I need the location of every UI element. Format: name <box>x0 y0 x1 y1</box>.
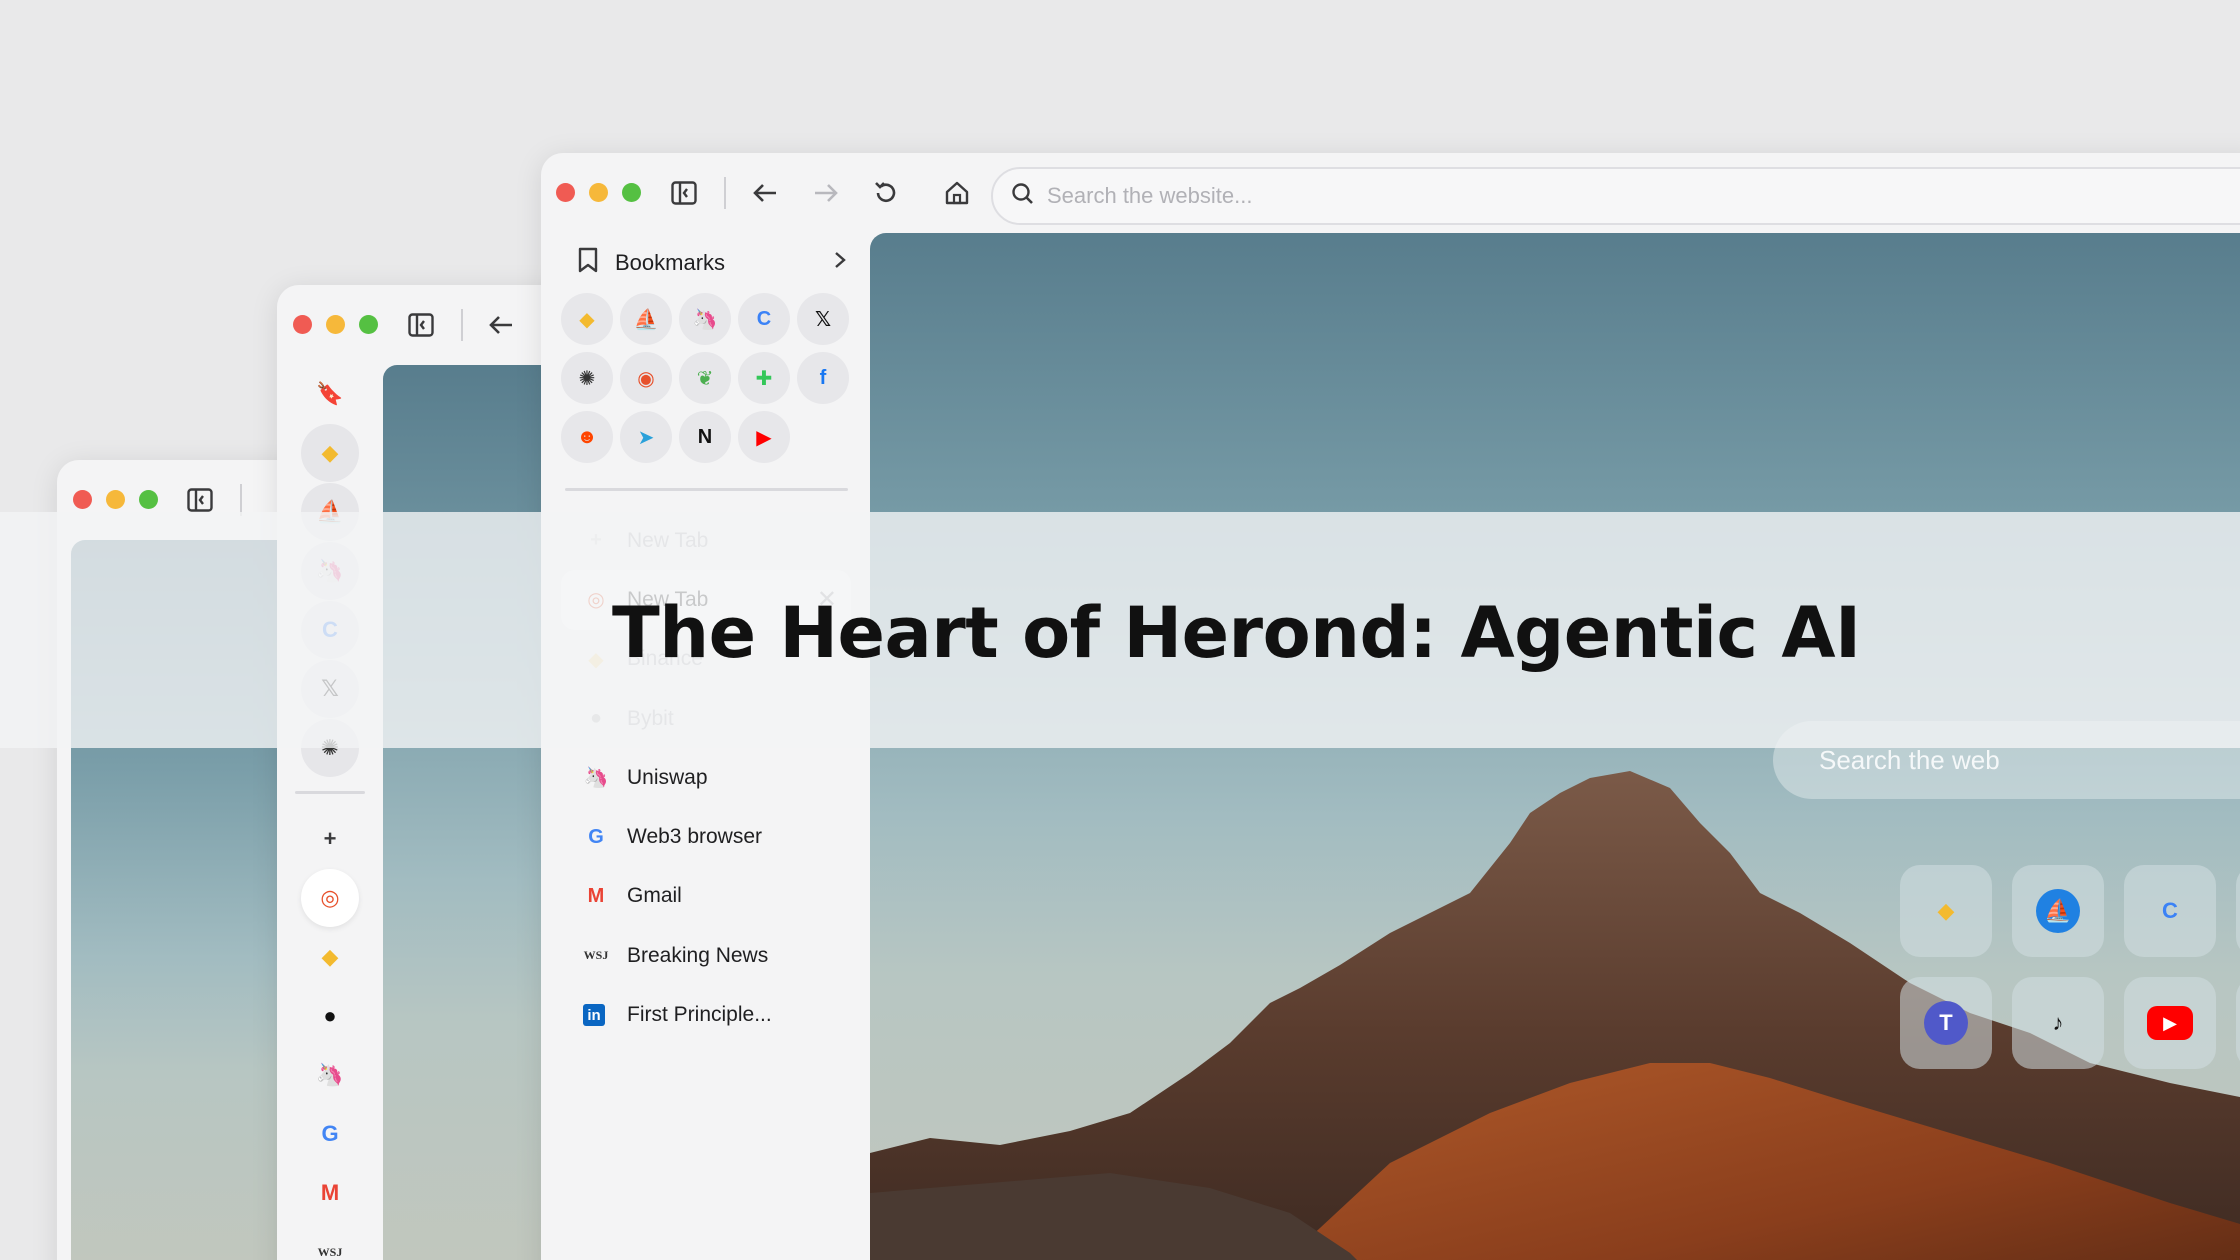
bookmarks-label: Bookmarks <box>615 249 726 275</box>
reload-icon[interactable] <box>872 179 900 207</box>
maximize-window-button[interactable] <box>139 490 158 509</box>
close-window-button[interactable] <box>73 490 92 509</box>
tab-favicon-icon: in <box>583 1004 605 1027</box>
chevron-right-icon <box>833 250 847 275</box>
binance-icon: ◆ <box>1937 898 1955 923</box>
tab-item[interactable]: M Gmail <box>561 867 851 926</box>
tab-favicon-icon: G <box>588 825 604 848</box>
mini-sidebar-binance-icon[interactable]: ◆ <box>301 424 359 482</box>
minimize-window-button[interactable] <box>326 315 345 334</box>
traffic-lights <box>73 490 158 509</box>
favorite-x-icon[interactable]: 𝕏 <box>797 293 849 345</box>
toolbar-divider <box>461 309 463 341</box>
favorite-facebook-icon[interactable]: f <box>797 352 849 404</box>
title-banner: The Heart of Herond: Agentic AI <box>0 512 2240 748</box>
tab-favicon-icon: 🦄 <box>583 767 609 790</box>
maximize-window-button[interactable] <box>622 183 641 202</box>
close-window-button[interactable] <box>293 315 312 334</box>
shortcut-bybit[interactable]: BYB!T <box>2236 865 2240 957</box>
mini-sidebar-gmail-icon[interactable]: M <box>301 1164 359 1222</box>
shortcut-tiktok[interactable]: ♪ <box>2012 977 2104 1069</box>
address-bar[interactable] <box>991 167 2240 225</box>
back-arrow-icon[interactable] <box>752 181 778 205</box>
shortcut-twitch[interactable]: ⌂ <box>2236 977 2240 1069</box>
tab-label: First Principle... <box>627 1003 772 1027</box>
tab-item[interactable]: WSJ Breaking News <box>561 926 851 985</box>
mini-sidebar-wsj-icon[interactable]: WSJ <box>301 1223 359 1260</box>
coingecko-icon: C <box>2162 898 2178 923</box>
opensea-icon: ⛵ <box>2036 889 2080 933</box>
favorite-youtube-icon[interactable]: ▶ <box>738 411 790 463</box>
favorites-grid: ◆ ⛵ 🦄 C 𝕏 ✺ ◉ ❦ ✚ f ☻ ➤ N ▶ <box>561 293 861 463</box>
shortcut-opensea[interactable]: ⛵ <box>2012 865 2104 957</box>
mini-sidebar-binance-icon[interactable]: ◆ <box>301 928 359 986</box>
search-icon <box>1011 182 1035 211</box>
mini-sidebar-bybit-icon[interactable]: ● <box>301 987 359 1045</box>
traffic-lights <box>556 183 641 202</box>
minimize-window-button[interactable] <box>106 490 125 509</box>
maximize-window-button[interactable] <box>359 315 378 334</box>
traffic-lights <box>293 315 378 334</box>
tab-label: Gmail <box>627 884 682 908</box>
mini-sidebar-new-tab-icon[interactable]: + <box>301 810 359 868</box>
close-window-button[interactable] <box>556 183 575 202</box>
favorite-telegram-icon[interactable]: ➤ <box>620 411 672 463</box>
favorite-coingecko-icon[interactable]: C <box>738 293 790 345</box>
tab-label: Uniswap <box>627 765 708 789</box>
tab-item[interactable]: in First Principle... <box>561 985 851 1044</box>
browser-window-middle: 🔖◆⛵🦄C𝕏✺+◎◆●🦄GMWSJ <box>277 285 567 1260</box>
mini-sidebar-bookmark-icon[interactable]: 🔖 <box>301 365 359 423</box>
favorite-target-icon[interactable]: ◉ <box>620 352 672 404</box>
web-search-placeholder: Search the web <box>1819 744 2000 775</box>
shortcut-youtube[interactable]: ▶ <box>2124 977 2216 1069</box>
mini-sidebar: 🔖◆⛵🦄C𝕏✺+◎◆●🦄GMWSJ <box>291 365 369 1260</box>
shortcut-coingecko[interactable]: C <box>2124 865 2216 957</box>
sidebar-toggle-icon[interactable] <box>671 181 697 205</box>
teams-icon: T <box>1924 1001 1968 1045</box>
tab-favicon-icon: WSJ <box>583 948 609 963</box>
youtube-icon: ▶ <box>2147 1006 2193 1040</box>
banner-title: The Heart of Herond: Agentic AI <box>612 592 1861 674</box>
favorite-uniswap-icon[interactable]: 🦄 <box>679 293 731 345</box>
forward-arrow-icon[interactable] <box>813 181 839 205</box>
favorite-puzzle-icon[interactable]: ✚ <box>738 352 790 404</box>
tab-label: Web3 browser <box>627 825 763 849</box>
favorite-leaf-icon[interactable]: ❦ <box>679 352 731 404</box>
mini-sidebar-google-icon[interactable]: G <box>301 1105 359 1163</box>
favorite-opensea-icon[interactable]: ⛵ <box>620 293 672 345</box>
bookmarks-header[interactable]: Bookmarks <box>577 247 847 278</box>
url-input[interactable] <box>1047 183 1947 209</box>
panel-divider <box>565 488 848 491</box>
mini-sidebar-herond-icon[interactable]: ◎ <box>301 869 359 927</box>
shortcut-binance[interactable]: ◆ <box>1900 865 1992 957</box>
sidebar-toggle-icon[interactable] <box>408 313 434 337</box>
tab-label: Breaking News <box>627 943 769 967</box>
mini-sidebar-divider <box>295 791 365 794</box>
tab-item[interactable]: G Web3 browser <box>561 807 851 866</box>
tab-item[interactable]: 🦄 Uniswap <box>561 748 851 807</box>
home-icon[interactable] <box>943 179 971 207</box>
favorite-binance-icon[interactable]: ◆ <box>561 293 613 345</box>
favorite-notion-icon[interactable]: N <box>679 411 731 463</box>
toolbar-divider <box>724 177 726 209</box>
back-arrow-icon[interactable] <box>488 313 514 337</box>
tab-favicon-icon: M <box>587 884 605 907</box>
sidebar-toggle-icon[interactable] <box>187 488 213 512</box>
tiktok-icon: ♪ <box>2052 1010 2064 1035</box>
bookmark-icon <box>577 247 599 278</box>
shortcut-teams[interactable]: T <box>1900 977 1992 1069</box>
page-content <box>383 365 567 1260</box>
favorite-chatgpt-icon[interactable]: ✺ <box>561 352 613 404</box>
mini-sidebar-uniswap-icon[interactable]: 🦄 <box>301 1046 359 1104</box>
favorite-reddit-icon[interactable]: ☻ <box>561 411 613 463</box>
minimize-window-button[interactable] <box>589 183 608 202</box>
